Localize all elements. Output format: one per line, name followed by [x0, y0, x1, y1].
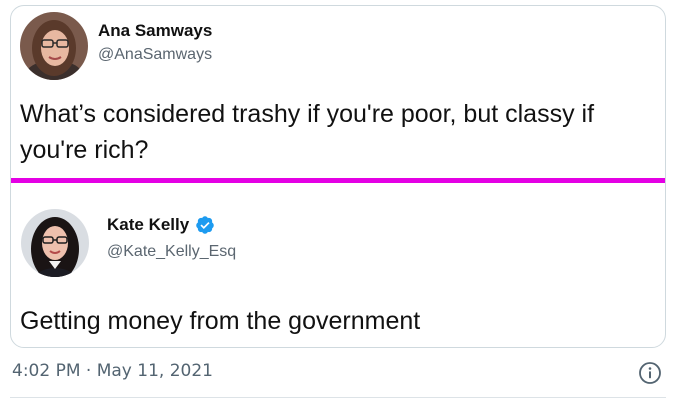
reply-tweet: Kate Kelly @Kate_Kelly_Esq Getting money… [11, 186, 665, 347]
footer-divider [10, 397, 666, 398]
avatar-ana-samways [20, 12, 88, 80]
original-tweet-text: What’s considered trashy if you're poor,… [20, 100, 595, 164]
original-author-name-text: Ana Samways [98, 21, 213, 40]
reply-author-name[interactable]: Kate Kelly [107, 215, 215, 235]
info-circle-icon[interactable] [638, 361, 662, 385]
avatar-kate-kelly [21, 209, 89, 277]
original-author-handle[interactable]: @AnaSamways [98, 46, 212, 64]
magenta-divider [11, 178, 665, 183]
reply-author-name-text: Kate Kelly [107, 215, 190, 234]
screenshot-card: Ana Samways @AnaSamways What’s considere… [10, 5, 666, 348]
verified-badge-icon [196, 216, 214, 234]
avatar-image [20, 12, 88, 80]
reply-tweet-text: Getting money from the government [20, 307, 421, 335]
tweet-timestamp[interactable]: 4:02 PM · May 11, 2021 [12, 361, 213, 381]
original-tweet: Ana Samways @AnaSamways What’s considere… [11, 6, 665, 178]
avatar-image [21, 209, 89, 277]
original-author-name[interactable]: Ana Samways [98, 21, 212, 41]
reply-author-handle[interactable]: @Kate_Kelly_Esq [107, 243, 236, 261]
